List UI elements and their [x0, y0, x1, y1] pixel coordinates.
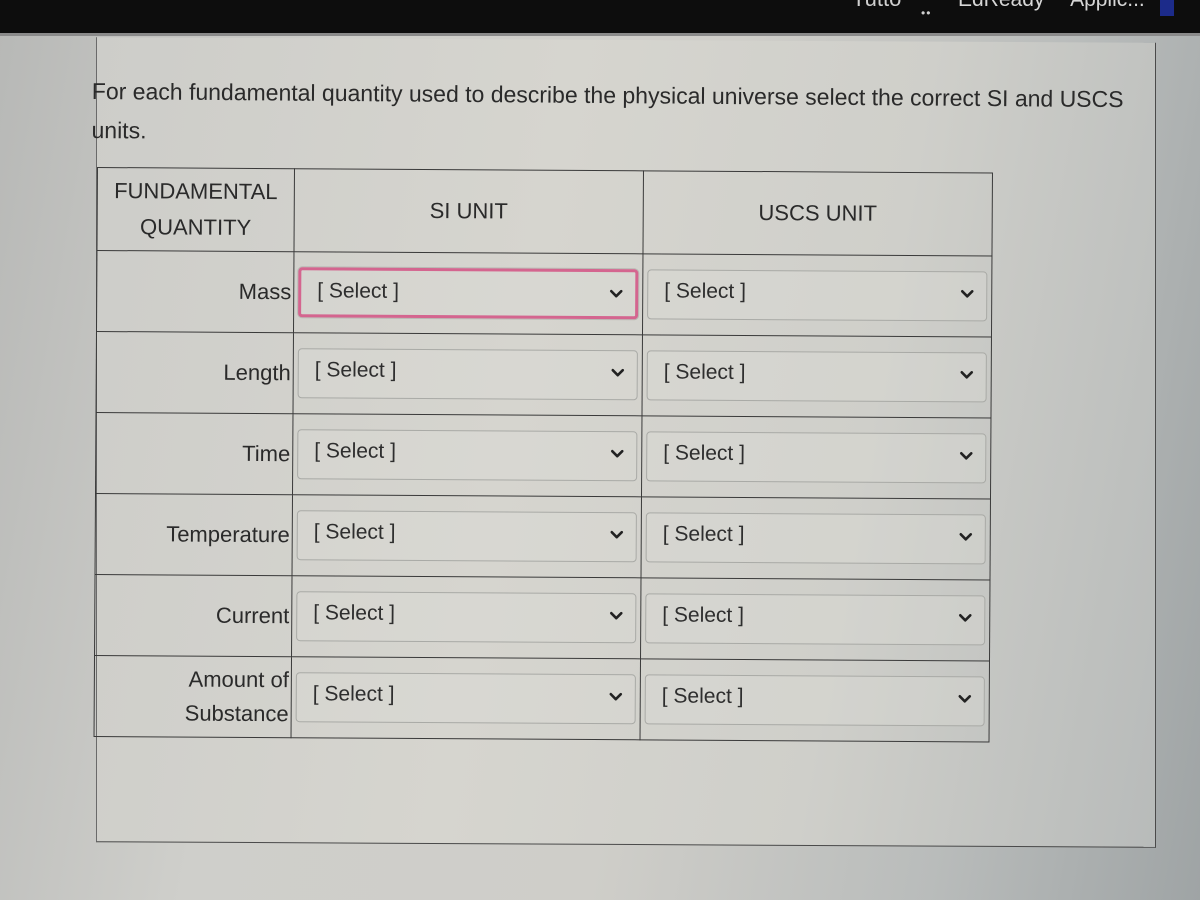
si-unit-cell: [ Select ]	[292, 332, 643, 416]
uscs-unit-select[interactable]: [ Select ]	[646, 350, 987, 403]
si-unit-select[interactable]: [ Select ]	[295, 672, 636, 725]
uscs-unit-select[interactable]: [ Select ]	[645, 512, 986, 565]
quantity-label: Temperature	[166, 521, 290, 548]
uscs-unit-cell: [ Select ]	[640, 658, 990, 742]
quantity-label: Amount of Substance	[184, 666, 289, 727]
tab-dots-icon: ••	[921, 6, 932, 20]
uscs-unit-select[interactable]: [ Select ]	[647, 269, 988, 322]
si-unit-select[interactable]: [ Select ]	[296, 510, 637, 563]
chevron-down-icon	[609, 611, 623, 620]
uscs-unit-select-value: [ Select ]	[661, 684, 744, 708]
uscs-unit-select-value: [ Select ]	[663, 360, 746, 384]
si-unit-select-value: [ Select ]	[317, 279, 400, 303]
chevron-down-icon	[609, 289, 623, 298]
table-row-time: Time [ Select ] [ Select ]	[95, 412, 991, 499]
bookmark-edready[interactable]: EdReady™ Applic...	[958, 0, 1145, 12]
uscs-unit-select[interactable]: [ Select ]	[646, 431, 987, 484]
chevron-down-icon	[958, 694, 972, 703]
uscs-unit-select[interactable]: [ Select ]	[644, 674, 985, 727]
chevron-down-icon	[958, 613, 972, 622]
header-si-unit: SI UNIT	[293, 168, 644, 254]
quantity-label: Current	[215, 602, 290, 629]
si-unit-cell: [ Select ]	[291, 656, 641, 740]
chevron-down-icon	[960, 370, 974, 379]
si-unit-select-value: [ Select ]	[314, 439, 397, 463]
table-header-row: FUNDAMENTAL QUANTITY SI UNIT USCS UNIT	[96, 167, 993, 256]
browser-top-bar: Tutto •• EdReady™ Applic...	[0, 0, 1200, 36]
chevron-down-icon	[960, 289, 974, 298]
table-row-temperature: Temperature [ Select ] [ Select ]	[95, 493, 991, 580]
uscs-unit-select-value: [ Select ]	[662, 603, 745, 627]
quantity-cell: Length	[96, 331, 294, 414]
si-unit-cell: [ Select ]	[291, 575, 642, 659]
table-row-length: Length [ Select ] [ Select ]	[96, 331, 992, 418]
quantity-cell: Temperature	[95, 493, 293, 576]
table-body: Mass [ Select ] [ Select ] Length [Sele…	[94, 250, 992, 742]
quantity-cell: Amount of Substance	[94, 655, 292, 738]
uscs-unit-cell: [ Select ]	[641, 415, 991, 499]
uscs-unit-select-value: [ Select ]	[663, 441, 746, 465]
table-row-current: Current [ Select ] [ Select ]	[94, 574, 990, 661]
si-unit-select-value: [ Select ]	[313, 520, 396, 544]
quantity-cell: Mass	[96, 250, 294, 333]
quantity-label: Mass	[238, 278, 292, 305]
chevron-down-icon	[610, 530, 624, 539]
header-uscs-unit: USCS UNIT	[642, 170, 993, 256]
table-row-mass: Mass [ Select ] [ Select ]	[96, 250, 992, 337]
header-fundamental-quantity: FUNDAMENTAL QUANTITY	[96, 167, 295, 252]
uscs-unit-cell: [ Select ]	[641, 334, 992, 418]
si-unit-select[interactable]: [ Select ]	[297, 348, 638, 401]
uscs-unit-cell: [ Select ]	[642, 253, 992, 337]
tab-fragment-text: Tutto	[852, 0, 901, 12]
si-unit-select[interactable]: [ Select ]	[297, 429, 638, 482]
units-table: FUNDAMENTAL QUANTITY SI UNIT USCS UNIT M…	[94, 167, 993, 742]
si-unit-select-value: [ Select ]	[312, 682, 395, 706]
si-unit-select[interactable]: [ Select ]	[296, 591, 637, 644]
chevron-down-icon	[611, 368, 625, 377]
quantity-cell: Current	[94, 574, 293, 657]
chevron-down-icon	[610, 449, 624, 458]
si-unit-select-value: [ Select ]	[313, 601, 396, 625]
si-unit-cell: [ Select ]	[292, 494, 642, 578]
chevron-down-icon	[609, 692, 623, 701]
uscs-unit-select-value: [ Select ]	[662, 522, 745, 546]
chevron-down-icon	[959, 532, 973, 541]
uscs-unit-select-value: [ Select ]	[664, 279, 747, 303]
question-prompt: For each fundamental quantity used to de…	[91, 77, 1124, 144]
table-row-amount-of-substance: Amount of Substance [ Select ] [ Select …	[94, 655, 990, 742]
chevron-down-icon	[959, 451, 973, 460]
si-unit-cell: [ Select ]	[292, 413, 642, 497]
quantity-label: Length	[223, 359, 291, 386]
uscs-unit-cell: [ Select ]	[640, 577, 990, 661]
si-unit-select-value: [ Select ]	[314, 358, 397, 382]
quantity-label: Time	[242, 440, 291, 467]
uscs-unit-select[interactable]: [ Select ]	[645, 593, 986, 646]
uscs-unit-cell: [ Select ]	[641, 496, 991, 580]
si-unit-select[interactable]: [ Select ]	[298, 267, 639, 320]
si-unit-cell: [ Select ]	[293, 251, 643, 335]
bookmark-icon	[1160, 0, 1174, 16]
quantity-cell: Time	[95, 412, 293, 495]
